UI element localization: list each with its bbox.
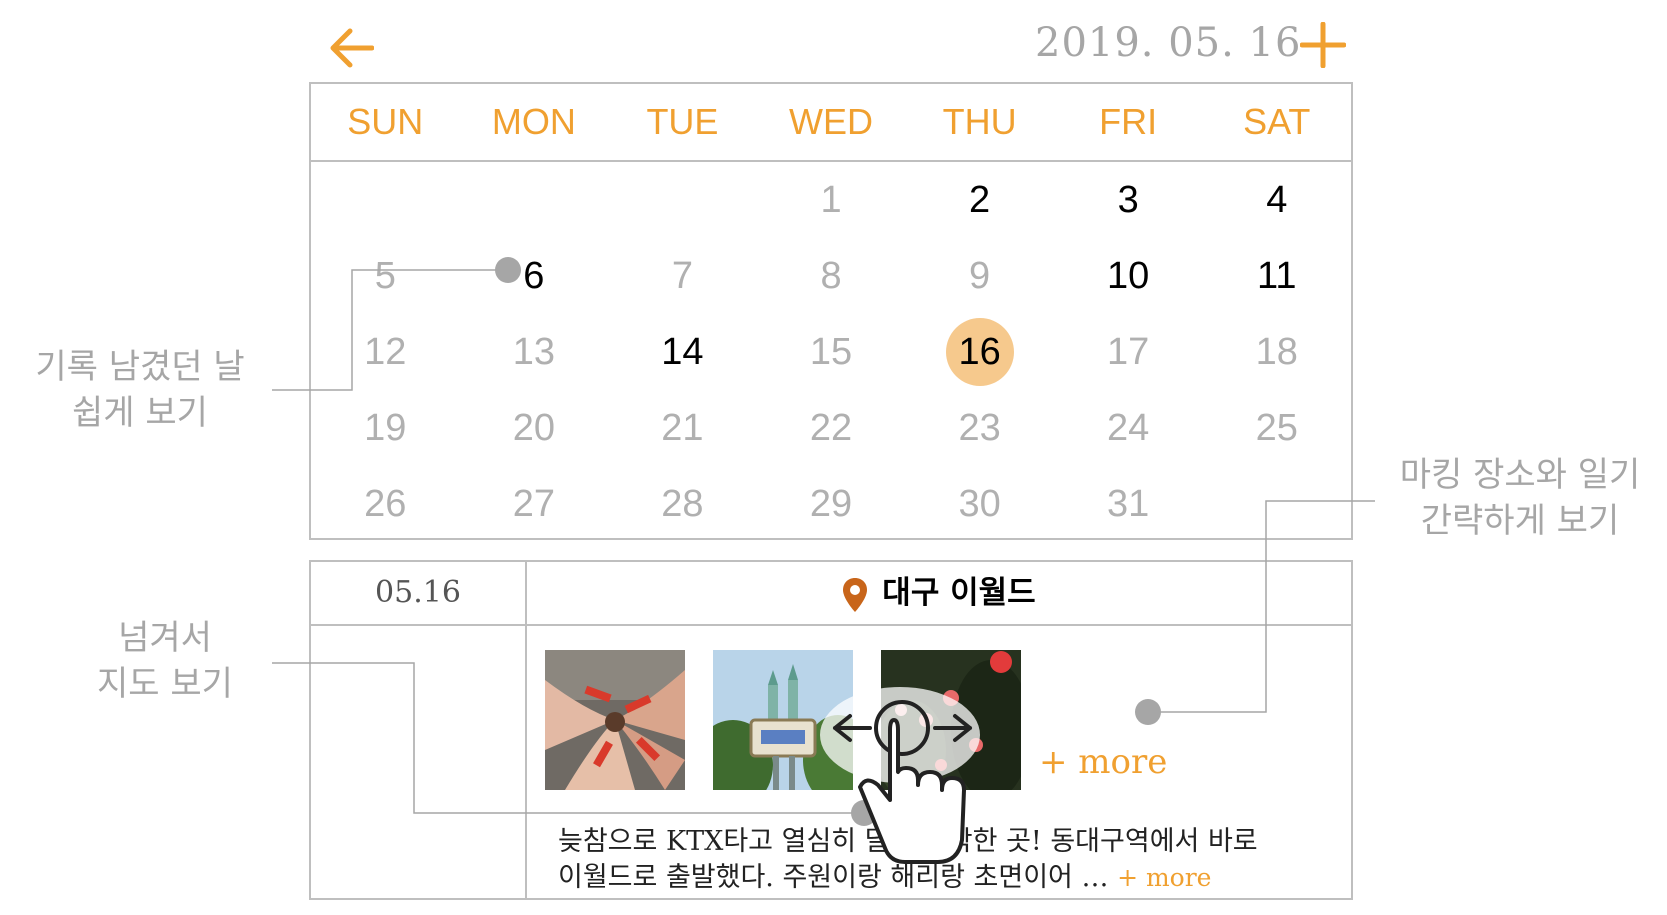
callout-dot-place-diary xyxy=(1135,699,1161,725)
swipe-hand-icon xyxy=(820,687,980,864)
callout-line-place-diary xyxy=(1148,500,1375,713)
annotation-record-days: 기록 남겼던 날 쉽게 보기 xyxy=(20,344,260,436)
callout-line-swipe-map xyxy=(272,662,864,814)
callout-dot-record-days xyxy=(495,257,521,283)
annotation-swipe-map-line-1: 넘겨서 xyxy=(118,618,212,658)
annotation-swipe-map-line-2: 지도 보기 xyxy=(97,664,233,704)
annotation-record-days-line-2: 쉽게 보기 xyxy=(72,393,208,433)
annotation-place-diary: 마킹 장소와 일기 간략하게 보기 xyxy=(1385,452,1655,544)
annotation-swipe-map: 넘겨서 지도 보기 xyxy=(70,615,260,707)
annotation-place-diary-line-2: 간략하게 보기 xyxy=(1420,501,1620,541)
annotation-place-diary-line-1: 마킹 장소와 일기 xyxy=(1399,455,1641,495)
callout-line-record-days xyxy=(272,269,508,391)
annotation-record-days-line-1: 기록 남겼던 날 xyxy=(35,347,245,387)
